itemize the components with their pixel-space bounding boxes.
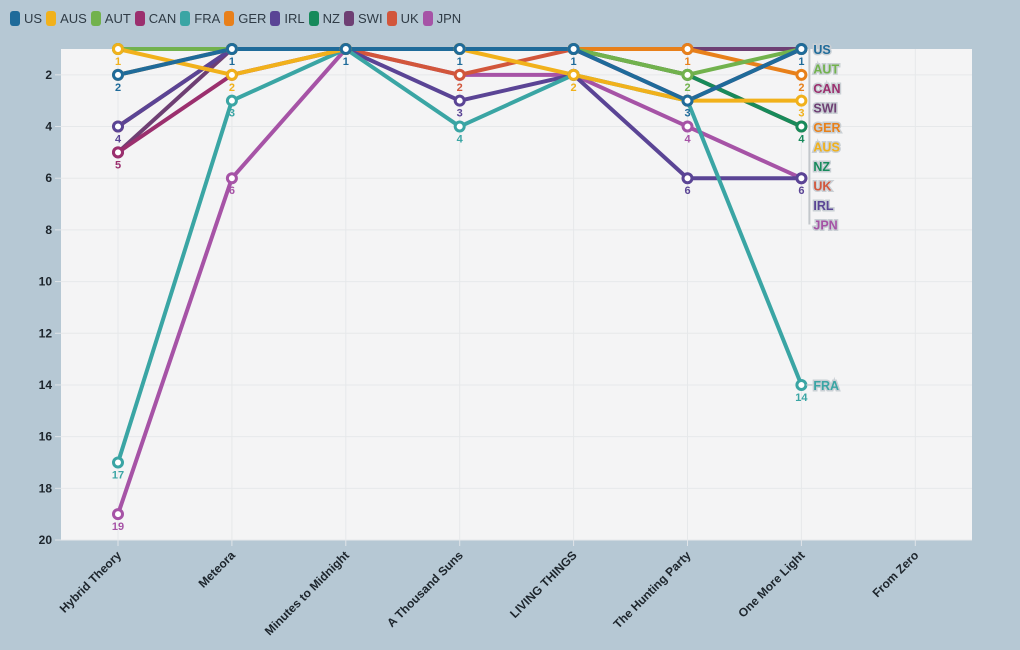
- point-label: 2: [229, 82, 235, 94]
- data-point-can[interactable]: [112, 146, 124, 159]
- point-label: 3: [457, 108, 463, 120]
- point-label: 2: [684, 82, 690, 94]
- data-point-us[interactable]: [112, 68, 124, 81]
- end-label-nz: NZ: [813, 160, 830, 174]
- point-label: 2: [571, 82, 577, 94]
- point-label: 4: [457, 134, 464, 146]
- point-label: 1: [798, 56, 804, 68]
- point-label: 4: [115, 134, 122, 146]
- data-point-irl[interactable]: [453, 94, 466, 107]
- y-tick-label: 2: [45, 68, 52, 82]
- end-label-aut: AUT: [813, 63, 839, 77]
- x-tick-label: Meteora: [196, 548, 239, 591]
- data-point-fra[interactable]: [112, 456, 124, 469]
- y-tick-label: 12: [39, 326, 53, 340]
- data-point-aus[interactable]: [567, 68, 580, 81]
- point-label: 1: [115, 56, 121, 68]
- data-point-us[interactable]: [567, 43, 580, 55]
- data-point-fra[interactable]: [225, 94, 238, 107]
- point-label: 1: [684, 56, 690, 68]
- data-point-aut[interactable]: [681, 68, 694, 81]
- x-tick-label: A Thousand Suns: [384, 548, 466, 630]
- chart: 2468101214161820Hybrid Theory Meteora Minu…: [39, 42, 972, 638]
- data-point-aus[interactable]: [225, 68, 238, 81]
- data-point-jpn[interactable]: [112, 508, 124, 521]
- point-label: 17: [112, 469, 124, 481]
- x-tick-label: Minutes to Midnight: [262, 548, 352, 638]
- y-tick-label: 16: [39, 430, 53, 444]
- point-label: 2: [115, 82, 121, 94]
- point-label: 4: [684, 134, 691, 146]
- x-tick-label: LIVING THINGS: [507, 548, 580, 621]
- point-label: 2: [457, 82, 463, 94]
- data-point-us[interactable]: [225, 43, 238, 55]
- y-tick-label: 6: [45, 171, 52, 185]
- data-point-jpn[interactable]: [225, 172, 238, 185]
- data-point-jpn[interactable]: [681, 120, 694, 133]
- data-point-irl[interactable]: [795, 172, 808, 185]
- end-label-jpn: JPN: [813, 219, 837, 233]
- data-point-aus[interactable]: [112, 43, 124, 55]
- end-label-swi: SWI: [813, 102, 837, 116]
- point-label: 3: [229, 108, 235, 120]
- end-label-us: US: [813, 43, 830, 57]
- data-point-nz[interactable]: [795, 120, 808, 133]
- x-tick-label: One More Light: [735, 548, 807, 620]
- point-label: 6: [684, 185, 690, 197]
- data-point-us[interactable]: [339, 43, 352, 55]
- y-tick-label: 14: [39, 378, 53, 392]
- data-point-irl[interactable]: [681, 172, 694, 185]
- y-tick-label: 18: [39, 481, 53, 495]
- end-label-can: CAN: [813, 82, 840, 96]
- x-tick-label: From Zero: [870, 548, 922, 600]
- point-label: 1: [343, 56, 349, 68]
- point-label: 1: [229, 56, 235, 68]
- data-point-ger[interactable]: [795, 68, 808, 81]
- y-tick-label: 4: [45, 120, 52, 134]
- data-point-irl[interactable]: [112, 120, 124, 133]
- end-label-fra: FRA: [813, 379, 839, 393]
- point-label: 1: [571, 56, 577, 68]
- end-label-ger: GER: [813, 121, 840, 135]
- y-tick-label: 20: [39, 533, 53, 547]
- point-label: 14: [795, 392, 808, 404]
- data-point-us[interactable]: [795, 43, 808, 55]
- end-label-uk: UK: [813, 180, 831, 194]
- point-label: 1: [457, 56, 463, 68]
- data-point-uk[interactable]: [453, 68, 466, 81]
- data-point-us[interactable]: [681, 94, 694, 107]
- point-label: 2: [798, 82, 804, 94]
- data-point-ger[interactable]: [681, 43, 694, 55]
- end-label-aus: AUS: [813, 141, 839, 155]
- data-point-aus[interactable]: [795, 94, 808, 107]
- x-tick-label: The Hunting Party: [611, 548, 694, 631]
- x-tick-label: Hybrid Theory: [57, 548, 125, 616]
- point-label: 4: [798, 134, 805, 146]
- point-label: 6: [798, 185, 804, 197]
- data-point-fra[interactable]: [795, 378, 808, 391]
- point-label: 3: [798, 108, 804, 120]
- data-point-fra[interactable]: [453, 120, 466, 133]
- y-tick-label: 8: [45, 223, 52, 237]
- end-label-irl: IRL: [813, 199, 834, 213]
- point-label: 5: [115, 159, 121, 171]
- data-point-us[interactable]: [453, 43, 466, 55]
- point-label: 3: [684, 108, 690, 120]
- y-tick-label: 10: [39, 275, 53, 289]
- point-label: 19: [112, 521, 124, 533]
- point-label: 6: [229, 185, 235, 197]
